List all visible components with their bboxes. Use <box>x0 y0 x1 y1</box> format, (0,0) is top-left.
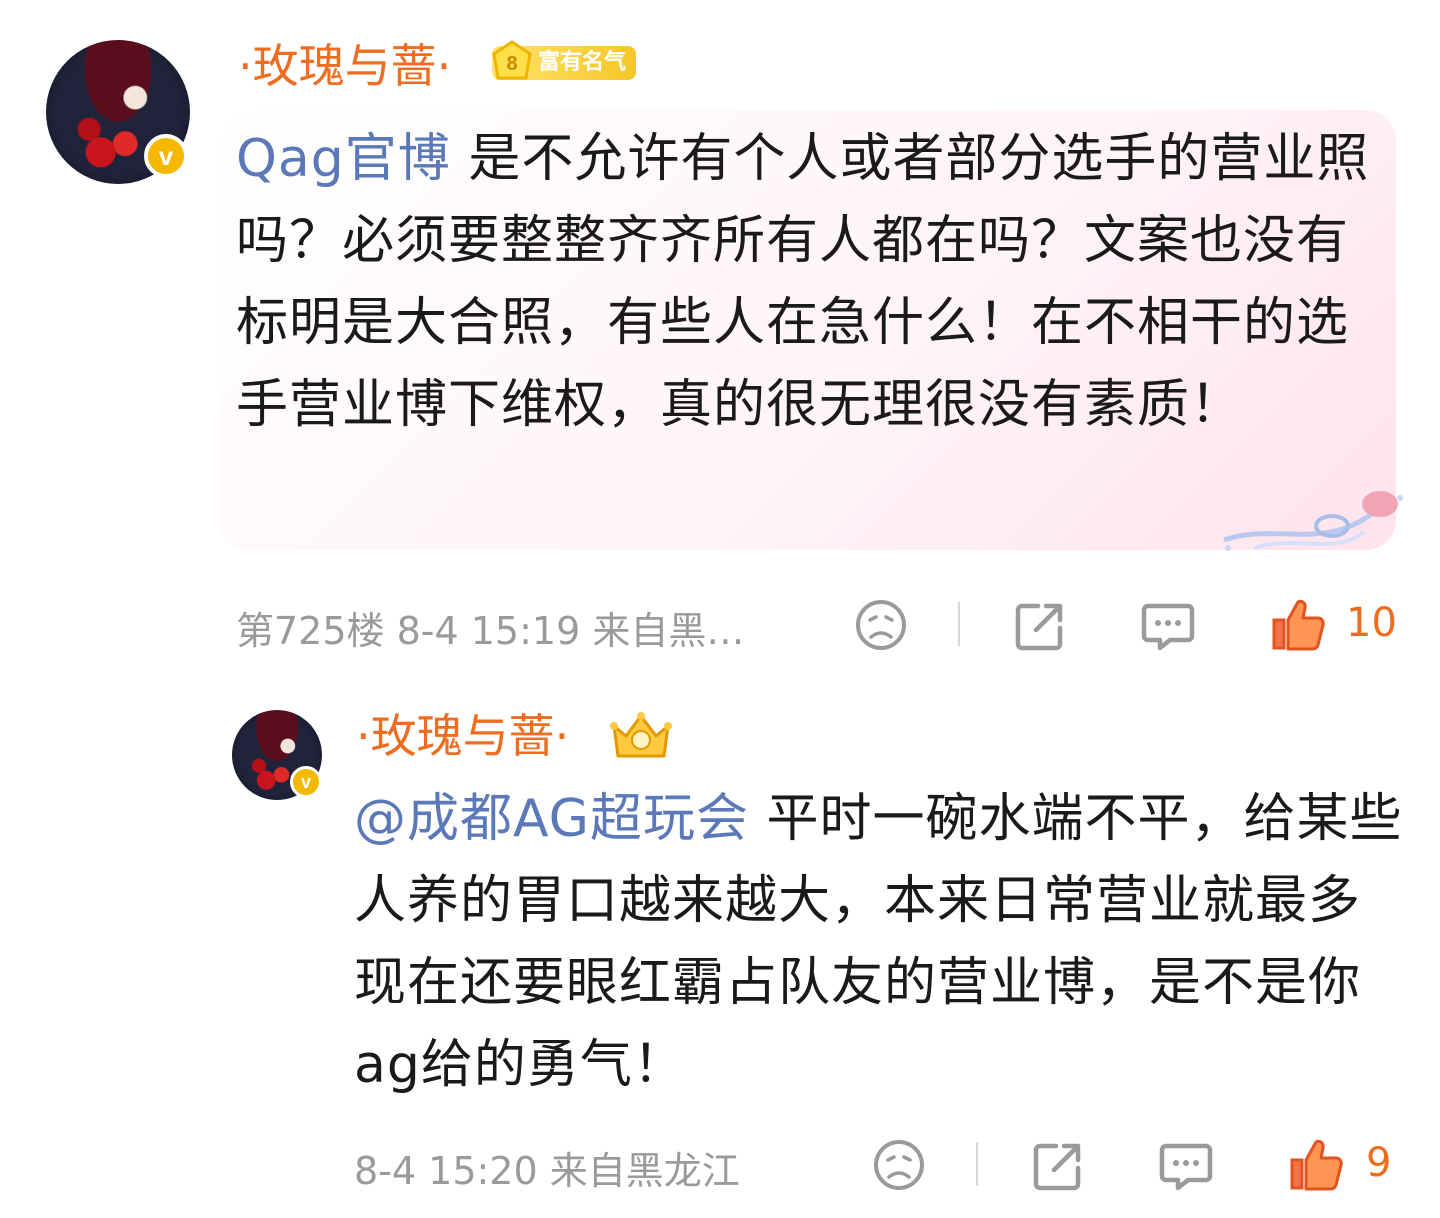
reply-meta: 8-4 15:20 来自黑龙江 <box>354 1149 740 1193</box>
avatar[interactable]: v <box>232 710 322 800</box>
reply-text: @成都AG超玩会 平时一碗水端不平，给某些人养的胃口越来越大，本来日常营业就最多… <box>354 778 1404 1106</box>
username[interactable]: ·玫瑰与蔷· <box>238 38 451 94</box>
ribbon-decoration-icon <box>1223 491 1403 551</box>
share-icon[interactable] <box>1012 598 1068 654</box>
divider <box>976 1142 978 1186</box>
like-count: 9 <box>1366 1140 1392 1186</box>
emoji-react-icon[interactable] <box>872 1138 926 1192</box>
like-icon[interactable] <box>1268 596 1326 654</box>
comment-meta: 第725楼 8-4 15:19 来自黑… <box>236 609 745 653</box>
share-icon[interactable] <box>1030 1138 1086 1194</box>
divider <box>958 602 960 646</box>
username[interactable]: ·玫瑰与蔷· <box>356 708 569 764</box>
mention-link[interactable]: @成都AG超玩会 <box>354 789 749 849</box>
comment-item: v ·玫瑰与蔷· 8 富有名气 Qag官博 是不允许有个人或者部分选手的营业照吗… <box>0 0 1440 680</box>
mention-link[interactable]: Qag官博 <box>236 129 451 189</box>
verified-icon: v <box>144 134 188 178</box>
badge-level: 8 <box>506 53 517 75</box>
comment-text: Qag官博 是不允许有个人或者部分选手的营业照吗？必须要整整齐齐所有人都在吗？文… <box>236 118 1372 446</box>
verified-icon: v <box>290 766 322 798</box>
like-icon[interactable] <box>1286 1136 1344 1194</box>
fame-badge[interactable]: 8 富有名气 <box>492 40 637 80</box>
level-gem-icon: 8 <box>492 40 532 80</box>
avatar[interactable]: v <box>46 40 190 184</box>
reply-item: v ·玫瑰与蔷· @成都AG超玩会 平时一碗水端不平，给某些人养的胃口越来越大，… <box>0 680 1440 1218</box>
like-count: 10 <box>1346 600 1397 646</box>
badge-text: 富有名气 <box>538 50 627 75</box>
reply-icon[interactable] <box>1158 1138 1214 1194</box>
reply-icon[interactable] <box>1140 598 1196 654</box>
crown-badge-icon[interactable] <box>606 706 676 766</box>
emoji-react-icon[interactable] <box>854 598 908 652</box>
